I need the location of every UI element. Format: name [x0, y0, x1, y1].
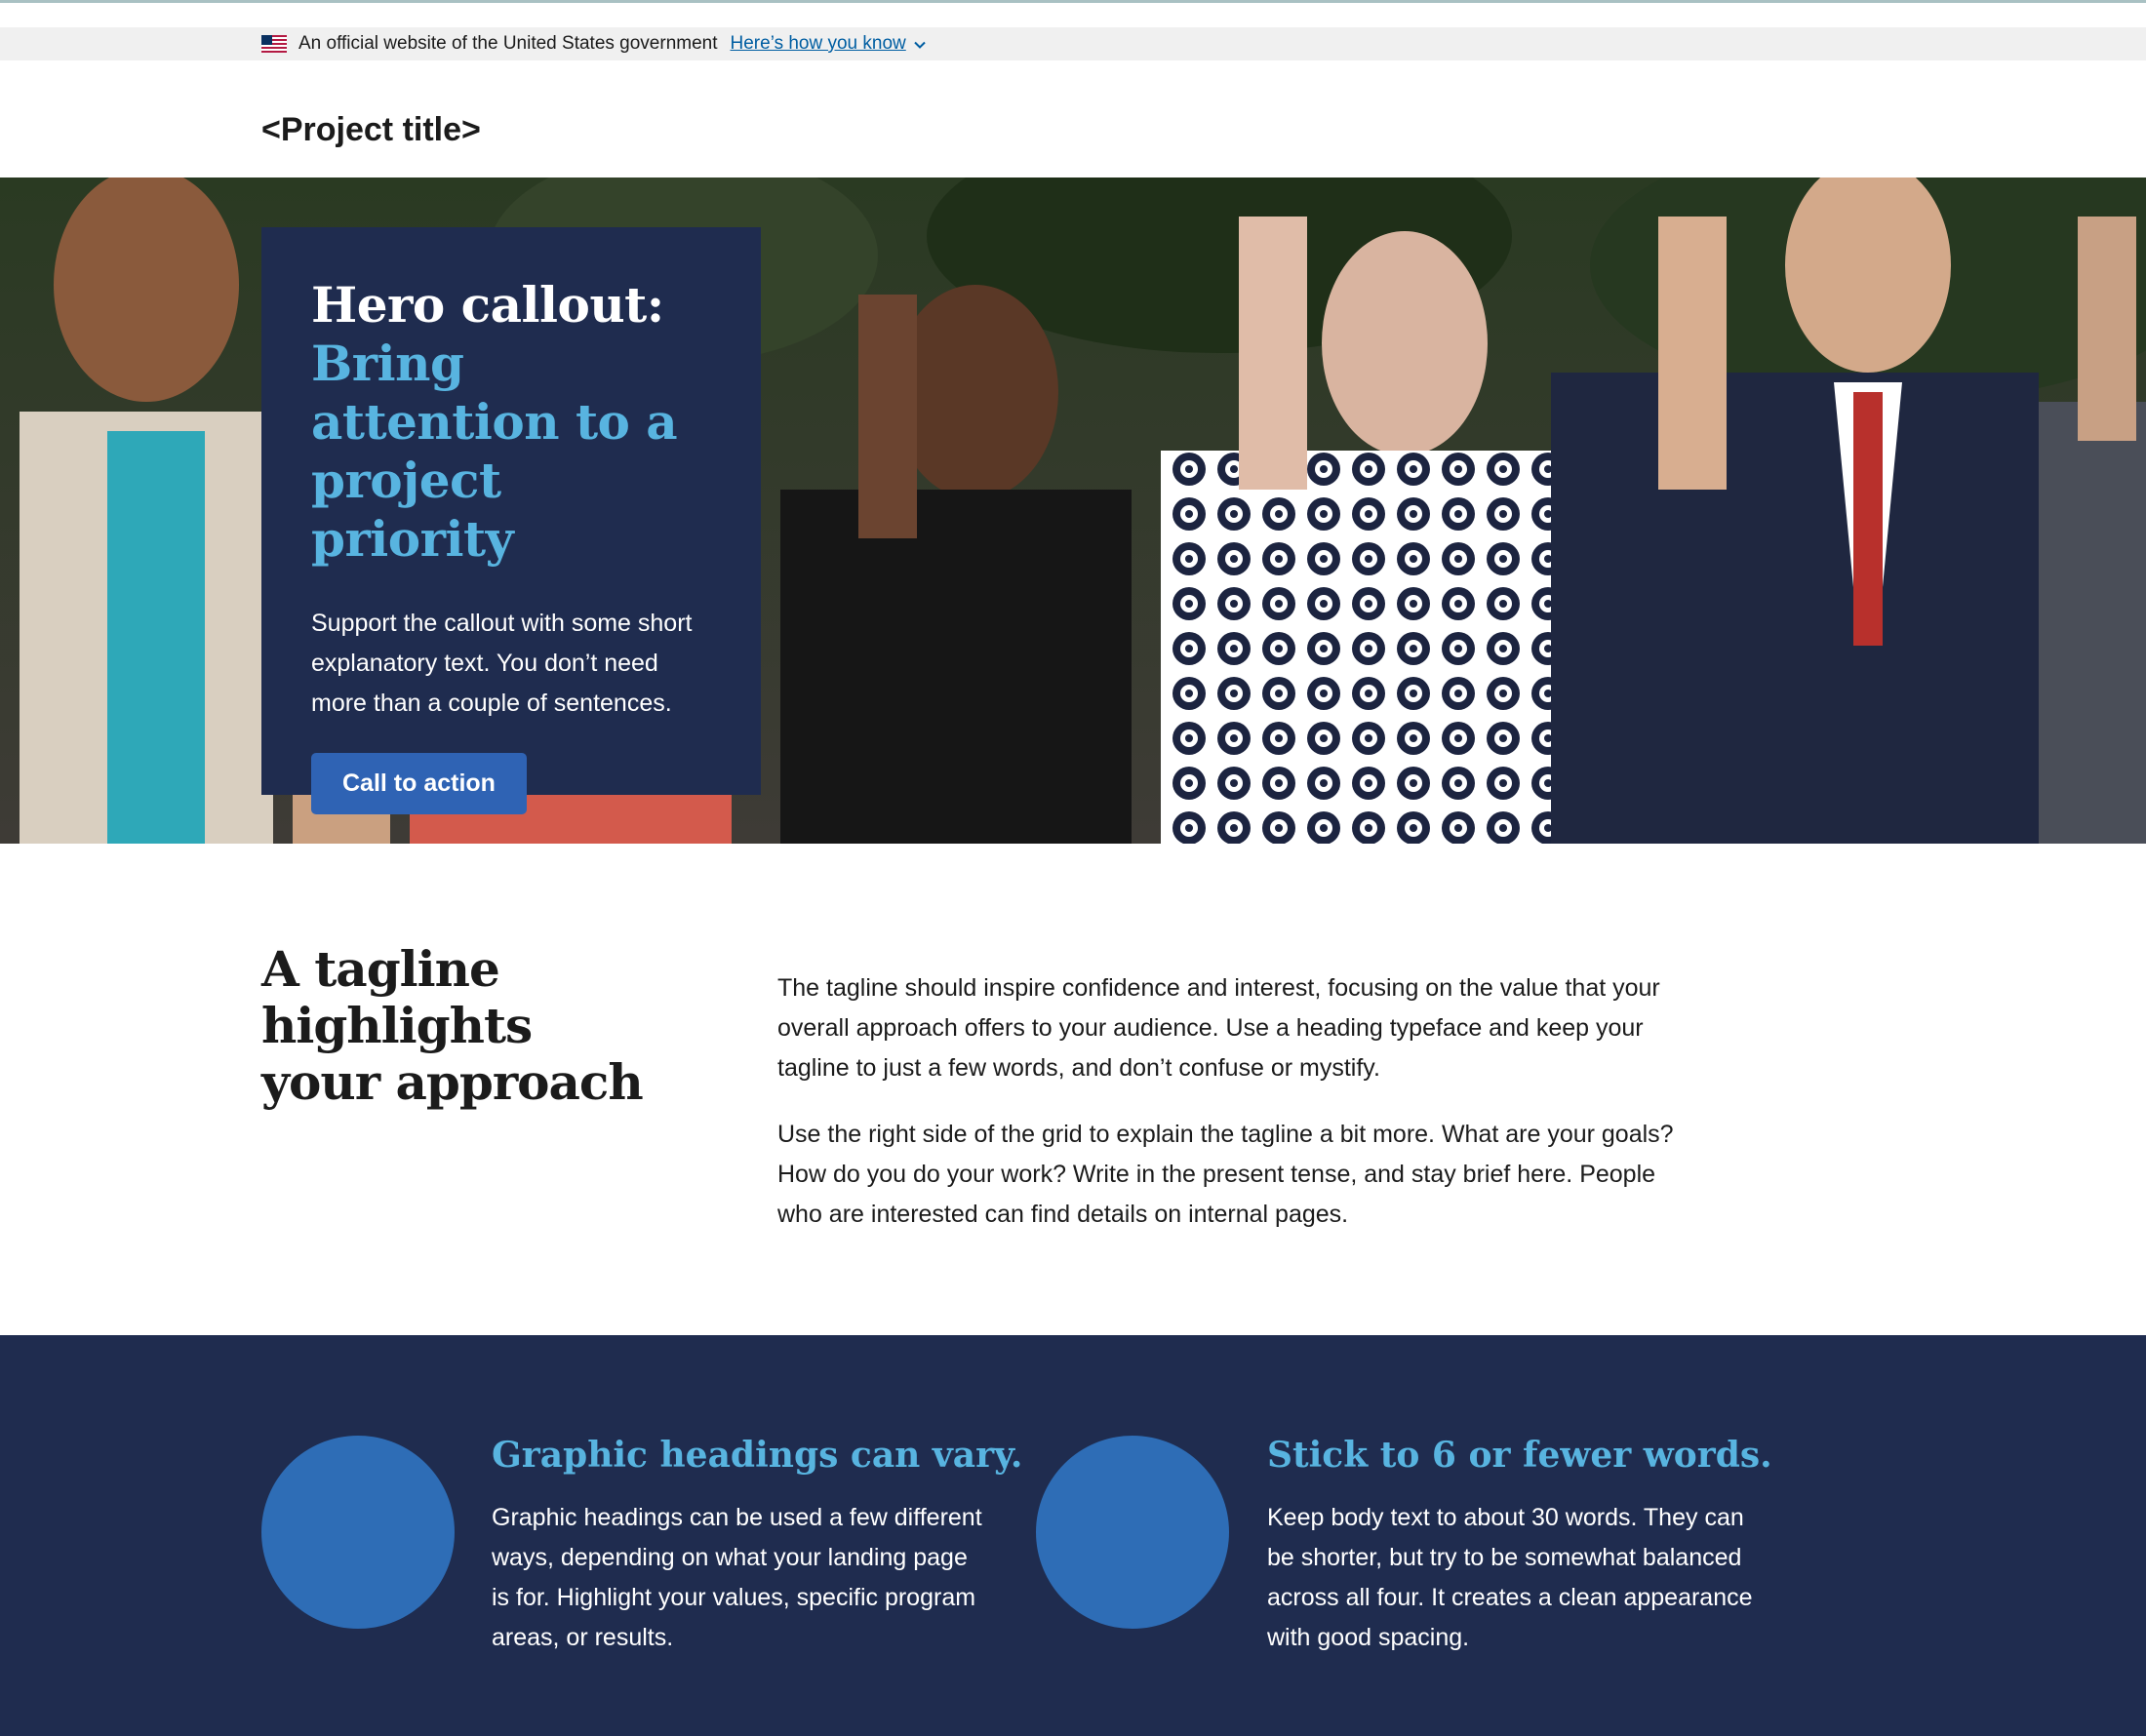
us-flag-icon	[261, 35, 287, 53]
official-gov-banner: An official website of the United States…	[0, 27, 2146, 60]
graphic-heading: Graphic headings can vary.	[492, 1435, 1023, 1476]
call-to-action-button[interactable]: Call to action	[311, 753, 527, 814]
tagline-paragraph: Use the right side of the grid to explai…	[777, 1121, 1674, 1228]
graphic-text: Graphic headings can be used a few diffe…	[492, 1504, 982, 1651]
project-title-logo[interactable]: <Project title>	[261, 111, 481, 149]
graphic-heading: Stick to 6 or fewer words.	[1267, 1435, 1772, 1476]
hero-callout-heading: Hero callout: Bring attention to a proje…	[311, 276, 711, 569]
site-header: <Project title>	[0, 60, 2146, 178]
hero-section: Hero callout: Bring attention to a proje…	[0, 178, 2146, 844]
graphic-circle-image	[261, 1436, 455, 1629]
heres-how-you-know-label[interactable]: Here’s how you know	[731, 33, 906, 55]
heres-how-you-know-link[interactable]: Here’s how you know	[731, 33, 928, 55]
hero-heading-accent: Bring attention to a project priority	[311, 335, 678, 568]
hero-callout: Hero callout: Bring attention to a proje…	[261, 227, 761, 814]
tagline-paragraph: The tagline should inspire confidence an…	[777, 974, 1660, 1082]
tagline-heading: A tagline highlights your approach	[261, 940, 644, 1111]
graphic-text: Keep body text to about 30 words. They c…	[1267, 1504, 1753, 1651]
tagline-body: The tagline should inspire confidence an…	[777, 968, 1675, 1235]
top-accent-rule	[0, 0, 2146, 3]
graphic-list-section: Graphic headings can vary. Graphic headi…	[0, 1335, 2146, 1736]
chevron-down-icon[interactable]	[912, 37, 928, 53]
official-website-text: An official website of the United States…	[298, 33, 718, 54]
graphic-circle-image	[1036, 1436, 1229, 1629]
hero-heading-lead: Hero callout:	[311, 276, 664, 334]
hero-callout-text: Support the callout with some short expl…	[311, 610, 693, 717]
gov-banner-content: An official website of the United States…	[261, 27, 928, 60]
